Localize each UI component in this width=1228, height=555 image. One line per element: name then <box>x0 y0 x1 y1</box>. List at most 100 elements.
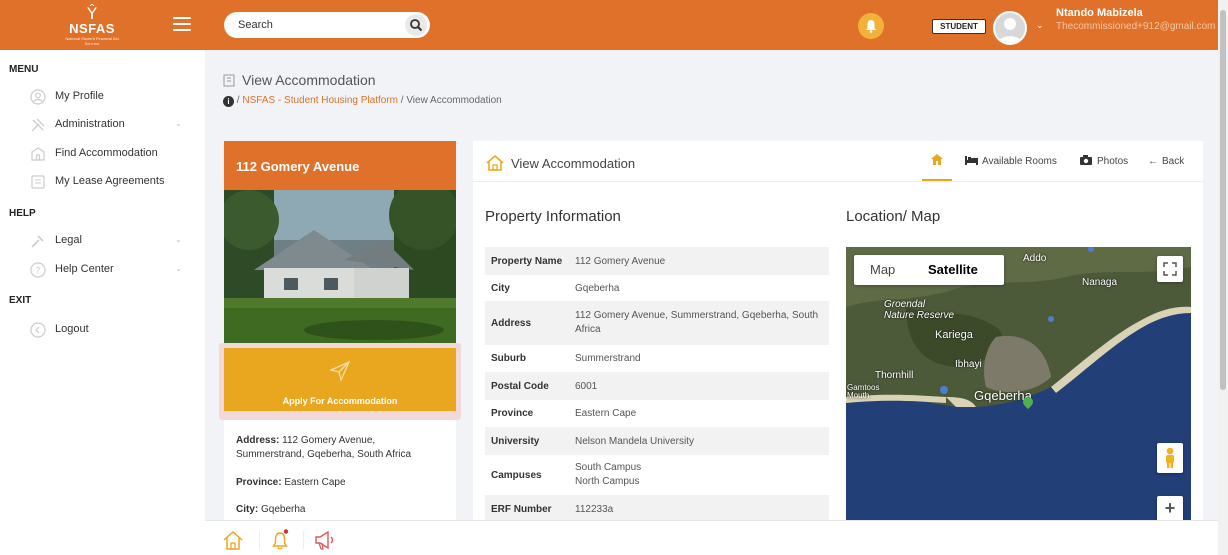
table-row: University Nelson Mandela University <box>485 427 829 455</box>
megaphone-icon <box>315 530 334 550</box>
sidebar-item-my-lease-agreements[interactable]: My Lease Agreements <box>30 172 190 194</box>
row-value: Nelson Mandela University <box>575 435 694 447</box>
home-icon <box>931 154 943 165</box>
chevron-down-icon: ⌄ <box>175 119 182 128</box>
chevron-down-icon: ⌄ <box>175 264 182 273</box>
logo-text: NSFAS <box>69 21 115 36</box>
map-label-ibhayi: Ibhayi <box>955 359 982 370</box>
breadcrumb-separator: / <box>236 95 240 106</box>
scrollbar-thumb[interactable] <box>1220 10 1226 390</box>
search-input[interactable] <box>238 17 398 33</box>
apply-for-accommodation-button[interactable]: Apply For Accommodation <box>224 348 456 411</box>
house-photo-image <box>224 190 456 348</box>
sidebar-section-help: HELP <box>9 208 36 219</box>
breadcrumb-current: View Accommodation <box>406 95 502 106</box>
table-row: Postal Code 6001 <box>485 372 829 400</box>
sidebar-item-administration[interactable]: Administration ⌄ <box>30 115 190 137</box>
address-info: Address: 112 Gomery Avenue, Summerstrand… <box>236 434 446 462</box>
svg-text:?: ? <box>36 267 41 277</box>
breadcrumb: i / NSFAS - Student Housing Platform / V… <box>223 95 502 107</box>
street-view-pegman[interactable] <box>1157 443 1183 473</box>
bed-icon <box>965 156 978 165</box>
tab-back[interactable]: ← Back <box>1148 141 1184 181</box>
property-summary-card: 112 Gomery Avenue Address: 112 Gomery Av… <box>224 141 456 531</box>
row-key: Suburb <box>491 353 526 364</box>
row-value: Summerstrand <box>575 353 641 364</box>
tab-available-rooms[interactable]: Available Rooms <box>965 141 1057 181</box>
sidebar-item-label: Find Accommodation <box>55 147 158 159</box>
city-info: City: Gqeberha <box>236 503 446 517</box>
logout-icon <box>30 322 46 338</box>
breadcrumb-link-home[interactable]: NSFAS - Student Housing Platform <box>242 95 398 106</box>
sidebar-item-help-center[interactable]: ? Help Center ⌄ <box>30 260 190 282</box>
hamburger-menu-icon[interactable] <box>173 17 191 33</box>
chevron-down-icon[interactable]: ⌄ <box>1036 20 1044 31</box>
pegman-icon <box>1166 447 1174 468</box>
apply-button-label: Apply For Accommodation <box>282 396 398 406</box>
map-type-toggle: Map Satellite <box>854 255 1004 285</box>
row-value: Eastern Cape <box>575 408 637 419</box>
notifications-button[interactable] <box>858 13 884 39</box>
row-value: 112233a <box>575 503 614 515</box>
row-value: 112 Gomery Avenue, Summerstrand, Gqeberh… <box>575 310 819 335</box>
address-label: Address: <box>236 435 280 446</box>
tab-label: Back <box>1162 156 1185 167</box>
breadcrumb-separator: / <box>400 95 404 106</box>
sidebar-section-exit: EXIT <box>9 295 32 306</box>
sidebar-item-label: Help Center <box>55 263 114 275</box>
bottom-nav-notifications[interactable] <box>269 529 291 551</box>
user-name[interactable]: Ntando Mabizela <box>1056 7 1143 19</box>
tools-icon <box>31 118 45 132</box>
row-key: Property Name <box>491 255 563 267</box>
row-value: South Campus North Campus <box>575 462 642 487</box>
bottom-nav-divider <box>259 531 260 549</box>
fullscreen-button[interactable] <box>1157 256 1183 282</box>
map-label-kariega: Kariega <box>935 329 973 341</box>
sidebar-item-find-accommodation[interactable]: Find Accommodation <box>30 144 190 166</box>
table-row: Address 112 Gomery Avenue, Summerstrand, … <box>485 301 829 345</box>
building-icon <box>31 147 45 161</box>
map-label-nanaga: Nanaga <box>1082 277 1118 288</box>
send-icon <box>329 360 351 382</box>
tab-home[interactable] <box>922 141 952 181</box>
zoom-in-button[interactable]: + <box>1157 496 1183 522</box>
nsfas-logo[interactable]: Ŷ NSFAS National Student Financial Aid S… <box>62 6 122 47</box>
arrow-left-icon: ← <box>1148 156 1158 167</box>
property-card-title: 112 Gomery Avenue <box>224 141 456 190</box>
sidebar-item-label: My Lease Agreements <box>55 175 165 187</box>
map-type-map-button[interactable]: Map <box>870 262 895 277</box>
card-title: View Accommodation <box>485 154 635 172</box>
row-key: University <box>491 435 540 447</box>
province-info: Province: Eastern Cape <box>236 476 446 490</box>
sidebar-item-label: Logout <box>55 323 89 335</box>
row-key: Postal Code <box>491 380 549 392</box>
tab-photos[interactable]: Photos <box>1080 141 1128 181</box>
property-photo[interactable] <box>224 190 456 348</box>
brand-area: Ŷ NSFAS National Student Financial Aid S… <box>0 0 205 50</box>
avatar[interactable] <box>993 11 1027 45</box>
table-row: ERF Number 112233a <box>485 495 829 523</box>
sidebar-item-legal[interactable]: Legal ⌄ <box>30 231 190 253</box>
sidebar-item-logout[interactable]: Logout <box>30 320 190 342</box>
row-key: City <box>491 282 510 294</box>
bottom-nav-home[interactable] <box>222 529 244 551</box>
chevron-down-icon: ⌄ <box>175 235 182 244</box>
table-row: Suburb Summerstrand <box>485 345 829 372</box>
map-label-groendal: Groendal Nature Reserve <box>884 299 955 321</box>
card-title-text: View Accommodation <box>511 156 636 171</box>
map-label-gamtoos: Gamtoos Mouth <box>847 383 880 400</box>
search-button[interactable] <box>405 14 427 36</box>
search-icon <box>410 19 423 32</box>
location-map[interactable]: Addo Nanaga Groendal Nature Reserve Kari… <box>846 247 1191 531</box>
sidebar-section-menu: MENU <box>9 64 39 75</box>
table-row: City Gqeberha <box>485 275 829 301</box>
row-value: 6001 <box>575 380 598 392</box>
tab-label: Photos <box>1097 156 1129 167</box>
table-row: Province Eastern Cape <box>485 400 829 427</box>
sidebar-item-my-profile[interactable]: My Profile <box>30 87 190 109</box>
camera-icon <box>1080 155 1092 165</box>
map-type-satellite-button[interactable]: Satellite <box>928 262 978 277</box>
page-scrollbar[interactable] <box>1218 0 1228 555</box>
bottom-nav-announcements[interactable] <box>313 529 335 551</box>
row-key: ERF Number <box>491 503 552 515</box>
